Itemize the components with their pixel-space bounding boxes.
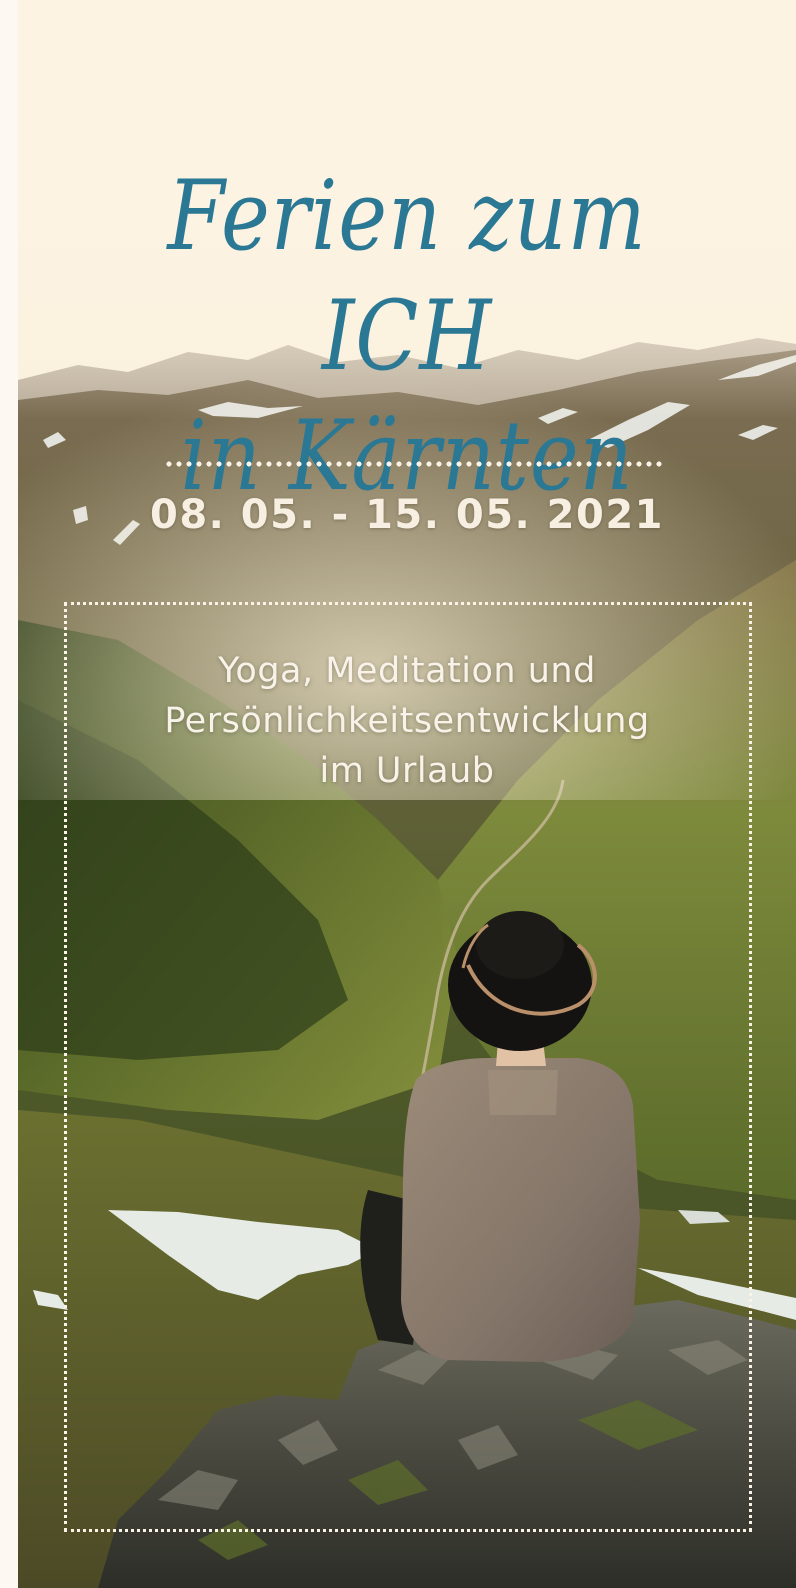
subtitle: Yoga, Meditation und Persönlichkeitsentw… (18, 646, 796, 796)
left-margin-strip (0, 0, 18, 1588)
subtitle-line-2: Persönlichkeitsentwicklung (164, 701, 650, 741)
subtitle-line-1: Yoga, Meditation und (218, 651, 596, 691)
date-range: 08. 05. - 15. 05. 2021 (150, 492, 664, 538)
dotted-divider (164, 461, 664, 467)
subtitle-line-3: im Urlaub (319, 751, 495, 791)
title-line-1: Ferien zum ICH (167, 160, 647, 393)
flyer-page: Ferien zum ICH in Kärnten 08. 05. - 15. … (0, 0, 796, 1588)
